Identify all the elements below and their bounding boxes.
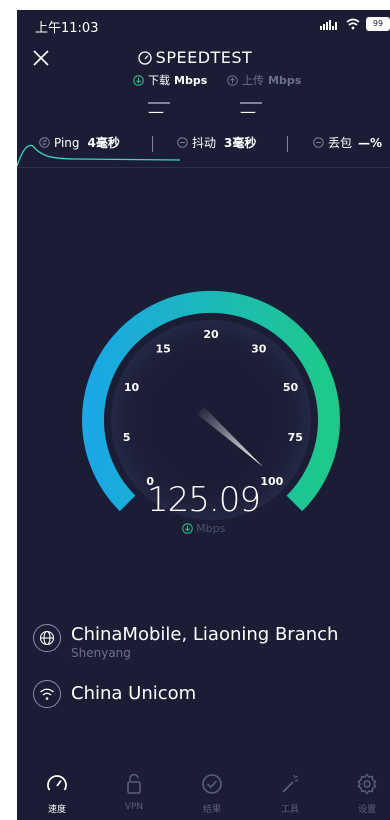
download-value-placeholder: —: [148, 102, 170, 121]
battery-icon: 99: [366, 17, 390, 31]
nav-results[interactable]: 结果: [182, 772, 242, 815]
nav-vpn[interactable]: VPN: [104, 772, 164, 812]
bottom-nav: 速度 VPN 结果 工具 设置: [17, 772, 390, 820]
gauge-tick-label: 15: [156, 343, 171, 356]
gauge-tick-label: 50: [283, 381, 299, 394]
download-icon: [133, 74, 144, 86]
gauge-tick-label: 20: [203, 328, 219, 341]
status-time: 上午11:03: [35, 21, 99, 36]
lock-icon: [127, 773, 141, 794]
network-row[interactable]: China Unicom: [33, 680, 196, 708]
gauge-tick-label: 5: [123, 431, 131, 444]
wifi-icon: [346, 18, 360, 30]
globe-icon: [33, 624, 61, 652]
status-icons: 99: [320, 16, 390, 32]
gauge-tick-label: 10: [124, 381, 140, 394]
server-provider: ChinaMobile, Liaoning Branch: [71, 624, 339, 645]
server-city: Shenyang: [71, 646, 131, 660]
nav-tools[interactable]: 工具: [260, 772, 320, 815]
signal-icon: [320, 20, 337, 30]
speedtest-screen: 上午11:03 99 SPEEDTEST 下载 Mbps 上传 Mbps — —…: [17, 10, 390, 820]
graph-baseline: [17, 167, 390, 168]
magic-wand-icon: [282, 774, 299, 793]
ping-graph: [17, 144, 181, 167]
gauge-tick-label: 75: [288, 431, 303, 444]
page-title: SPEEDTEST: [17, 48, 390, 67]
speed-unit: Mbps: [17, 522, 390, 535]
speedometer-icon: [47, 775, 67, 791]
check-circle-icon: [202, 774, 222, 794]
upload-tab[interactable]: 上传 Mbps: [227, 72, 301, 88]
nav-speed[interactable]: 速度: [27, 772, 87, 815]
nav-settings[interactable]: 设置: [337, 772, 390, 815]
download-tab[interactable]: 下载 Mbps: [133, 72, 207, 88]
wifi-icon: [33, 680, 61, 708]
speed-value: 125.09: [147, 480, 261, 520]
gear-icon: [357, 773, 377, 795]
download-icon: [181, 523, 193, 534]
speedometer-icon: [138, 51, 152, 65]
upload-icon: [227, 74, 238, 86]
gauge-tick-label: 30: [251, 343, 267, 356]
server-provider-row[interactable]: ChinaMobile, Liaoning Branch Shenyang: [33, 624, 338, 660]
network-name: China Unicom: [71, 683, 197, 704]
upload-value-placeholder: —: [240, 102, 262, 121]
